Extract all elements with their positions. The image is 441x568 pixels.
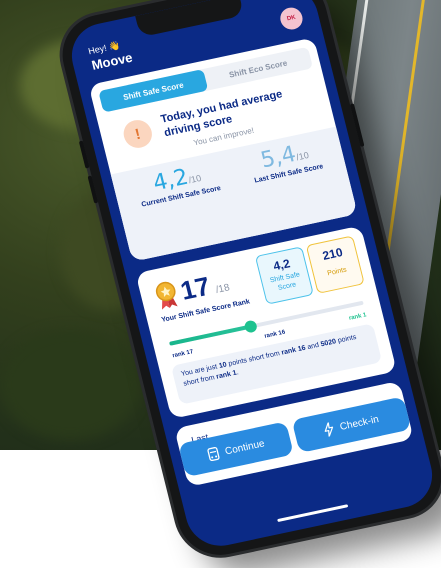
points-box: 210 Points (305, 235, 365, 294)
last-score: 5,4/10 Last Shift Safe Score (228, 133, 344, 189)
tick-next-rank: rank 16 (263, 329, 286, 340)
score-summary-card: Shift Safe Score Shift Eco Score ! Today… (88, 37, 358, 262)
continue-label: Continue (223, 437, 266, 457)
tip-rank1: rank 1 (215, 369, 238, 381)
rank-total: /18 (214, 282, 231, 296)
rank-progress-fill (169, 324, 252, 346)
tick-current-rank: rank 17 (171, 349, 194, 360)
tip-text: points short from (225, 349, 283, 369)
rank-number: 17 (177, 270, 214, 306)
avatar[interactable]: DK (278, 5, 305, 32)
phone: Hey! 👋 Moove DK Shift Safe Score Shift E… (53, 0, 441, 563)
tip-text: . (235, 369, 240, 377)
tip-text: and (304, 341, 322, 352)
points-value: 210 (321, 245, 345, 263)
rank-medal-icon (155, 281, 178, 310)
safe-score-box: 4,2 Shift Safe Score (254, 246, 314, 305)
tick-top-rank: rank 1 (348, 312, 368, 322)
lightning-icon (324, 421, 334, 438)
tip-rank16: rank 16 (280, 344, 307, 357)
home-indicator (277, 504, 349, 523)
last-score-unit: /10 (295, 150, 310, 163)
checkin-label: Check-in (338, 413, 380, 433)
car-icon (207, 446, 220, 462)
current-score-unit: /10 (187, 172, 203, 186)
phone-mockup: Hey! 👋 Moove DK Shift Safe Score Shift E… (0, 0, 441, 568)
tip-points2: 5020 (320, 338, 337, 349)
rank-progress-knob (243, 319, 259, 334)
points-label: Points (326, 266, 348, 278)
warning-icon: ! (120, 117, 155, 151)
current-score: 4,2/10 Current Shift Safe Score (120, 156, 236, 212)
